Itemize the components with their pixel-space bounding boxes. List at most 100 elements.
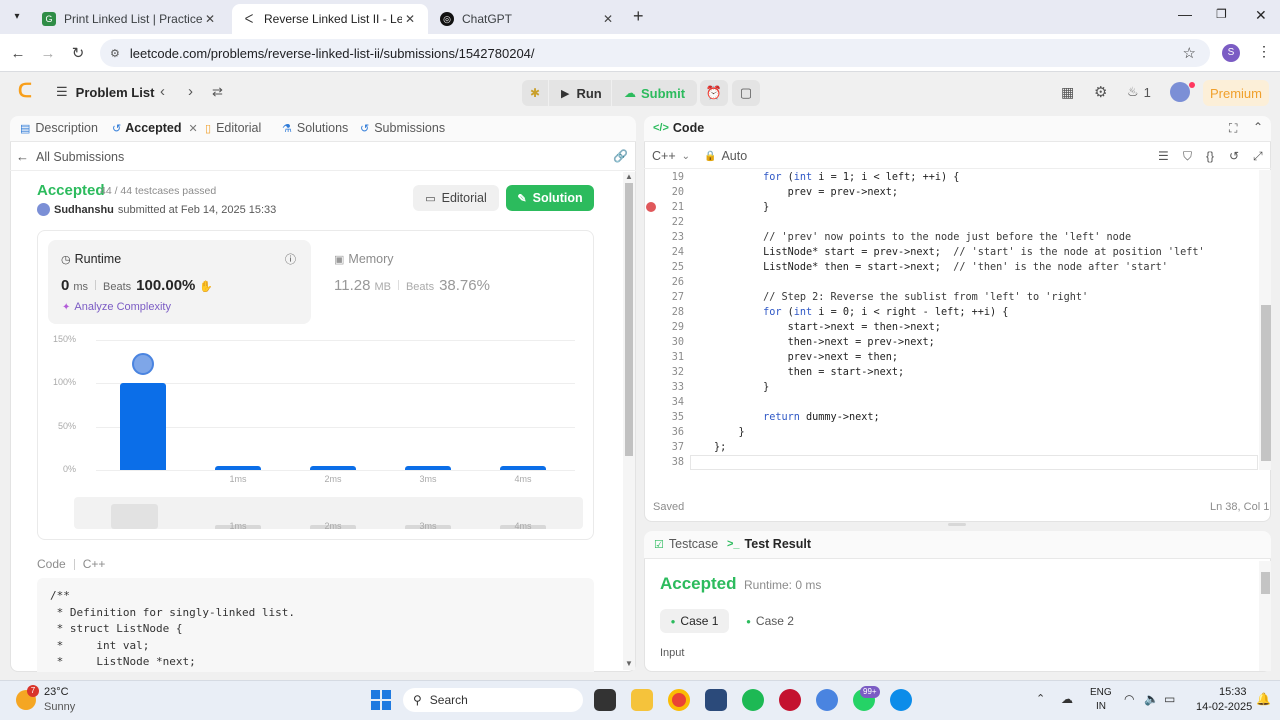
left-scrollbar-thumb[interactable] xyxy=(625,183,633,456)
spotify-icon[interactable] xyxy=(742,689,764,711)
analyze-complexity-link[interactable]: ✦ Analyze Complexity xyxy=(62,301,171,313)
app-icon[interactable] xyxy=(779,689,801,711)
debug-icon[interactable]: ✱ xyxy=(522,80,548,106)
url-field[interactable]: ⚙ leetcode.com/problems/reverse-linked-l… xyxy=(100,39,1210,67)
auto-mode[interactable]: 🔒 Auto xyxy=(704,149,747,163)
browser-menu-icon[interactable]: ⋮ xyxy=(1257,43,1271,60)
close-tab-icon[interactable]: ✕ xyxy=(600,12,616,26)
close-tab-icon[interactable]: ✕ xyxy=(402,12,418,26)
editorial-button[interactable]: ▭ Editorial xyxy=(413,185,499,211)
volume-icon[interactable]: 🔈 xyxy=(1144,692,1159,706)
premium-button[interactable]: Premium xyxy=(1203,80,1269,106)
language-code[interactable]: ENG xyxy=(1090,687,1112,698)
editor-line[interactable]: 32 then = start->next; xyxy=(654,365,1205,380)
chart-bar[interactable] xyxy=(120,383,166,470)
chart-bar[interactable] xyxy=(310,466,356,470)
chrome-icon[interactable] xyxy=(668,689,690,711)
editor-line[interactable]: 34 xyxy=(654,395,1205,410)
maximize-icon[interactable]: ⛶ xyxy=(1229,121,1237,136)
collapse-icon[interactable]: ⌃ xyxy=(1253,120,1263,134)
notification-bell-icon[interactable]: 🔔 xyxy=(1256,692,1271,706)
taskbar-search[interactable]: ⚲ Search xyxy=(403,688,583,712)
settings-gear-icon[interactable]: ⚙ xyxy=(1094,83,1107,101)
editor-line[interactable]: 38 xyxy=(654,455,1205,470)
tab-editorial[interactable]: ▯ Editorial xyxy=(205,121,261,135)
editor-line[interactable]: 22 xyxy=(654,215,1205,230)
notes-icon[interactable]: ▢ xyxy=(732,80,760,106)
tab-testcase[interactable]: ☑ Testcase xyxy=(654,537,718,551)
scroll-down-icon[interactable]: ▼ xyxy=(625,659,633,668)
editor-line[interactable]: 24 ListNode* start = prev->next; // 'sta… xyxy=(654,245,1205,260)
back-icon[interactable]: ← xyxy=(6,41,30,65)
editor-line[interactable]: 33 } xyxy=(654,380,1205,395)
result-scrollbar-thumb[interactable] xyxy=(1261,572,1270,594)
tab-submissions[interactable]: ↺ Submissions xyxy=(360,121,445,135)
task-view-icon[interactable] xyxy=(594,689,616,711)
editor-line[interactable]: 35 return dummy->next; xyxy=(654,410,1205,425)
info-icon[interactable]: ⓘ xyxy=(285,251,296,267)
editor-line[interactable]: 28 for (int i = 0; i < right - left; ++i… xyxy=(654,305,1205,320)
network-status-icon[interactable]: ☁ xyxy=(1061,692,1073,706)
solution-button[interactable]: ✎ Solution xyxy=(506,185,594,211)
reload-icon[interactable]: ↻ xyxy=(66,41,90,65)
editor-line[interactable]: 25 ListNode* then = start->next; // 'the… xyxy=(654,260,1205,275)
profile-avatar[interactable]: S xyxy=(1222,44,1240,62)
editor-line[interactable]: 36 } xyxy=(654,425,1205,440)
editor-scrollbar-thumb[interactable] xyxy=(1261,305,1271,461)
editor-line[interactable]: 19 for (int i = 1; i < left; ++i) { xyxy=(654,170,1205,185)
show-hidden-icons[interactable]: ⌃ xyxy=(1036,692,1045,705)
timer-icon[interactable]: ⏰ xyxy=(700,80,728,106)
new-tab-icon[interactable]: + xyxy=(633,6,644,27)
tab-test-result[interactable]: >_ Test Result xyxy=(727,537,811,551)
chrome-profile-icon[interactable] xyxy=(816,689,838,711)
scroll-up-icon[interactable]: ▲ xyxy=(625,172,633,181)
range-handle[interactable] xyxy=(111,504,158,529)
prev-problem-icon[interactable]: ‹ xyxy=(160,83,165,100)
editor-line[interactable]: 23 // 'prev' now points to the node just… xyxy=(654,230,1205,245)
tab-list-icon[interactable]: ▾ xyxy=(8,8,26,26)
all-submissions-link[interactable]: ← All Submissions xyxy=(16,149,124,164)
user-avatar[interactable] xyxy=(1170,82,1190,102)
editor-line[interactable]: 26 xyxy=(654,275,1205,290)
braces-icon[interactable]: {} xyxy=(1206,149,1214,163)
forward-icon[interactable]: → xyxy=(36,41,60,65)
memory-header[interactable]: ▣ Memory xyxy=(334,252,394,266)
chart-bar[interactable] xyxy=(500,466,546,470)
case-2-button[interactable]: ● Case 2 xyxy=(741,609,799,633)
runtime-distribution-chart[interactable]: 150% 100% 50% 0% 1ms 2ms 3ms 4ms xyxy=(48,330,588,490)
close-tab-icon[interactable]: ✕ xyxy=(202,12,218,26)
editor-line[interactable]: 20 prev = prev->next; xyxy=(654,185,1205,200)
format-icon[interactable]: ☰ xyxy=(1158,149,1169,163)
submit-button[interactable]: ☁ Submit xyxy=(612,80,697,106)
bookmark-icon[interactable]: ⛉ xyxy=(1183,149,1192,164)
code-editor-content[interactable]: 19 for (int i = 1; i < left; ++i) {20 pr… xyxy=(654,170,1205,470)
streak-counter[interactable]: ♨ 1 xyxy=(1127,84,1151,100)
editor-line[interactable]: 31 prev->next = then; xyxy=(654,350,1205,365)
share-link-icon[interactable]: 🔗 xyxy=(613,149,628,163)
chart-bar[interactable] xyxy=(215,466,261,470)
editor-line[interactable]: 29 start->next = then->next; xyxy=(654,320,1205,335)
tab-solutions[interactable]: ⚗ Solutions xyxy=(282,121,348,135)
tab-chatgpt[interactable]: ◎ ChatGPT ✕ xyxy=(430,4,626,34)
tab-accepted[interactable]: ↺ Accepted ✕ xyxy=(112,121,198,135)
editor-line[interactable]: 37}; xyxy=(654,440,1205,455)
leetcode-logo-icon[interactable]: ᑕ xyxy=(18,82,36,102)
layout-icon[interactable]: ▦ xyxy=(1061,84,1074,101)
run-button[interactable]: ▶ Run xyxy=(549,80,611,106)
clock-time[interactable]: 15:33 xyxy=(1219,686,1247,698)
bookmark-star-icon[interactable]: ☆ xyxy=(1183,44,1196,62)
close-window-icon[interactable]: ✕ xyxy=(1255,7,1267,24)
restore-icon[interactable]: ❐ xyxy=(1216,7,1227,21)
shuffle-icon[interactable]: ⇄ xyxy=(212,84,223,100)
problem-list-button[interactable]: ☰ Problem List xyxy=(56,84,154,100)
edge-icon[interactable] xyxy=(890,689,912,711)
wifi-icon[interactable]: ◠ xyxy=(1124,692,1134,706)
tab-description[interactable]: ▤ Description xyxy=(20,121,98,135)
weather-temp[interactable]: 23°C xyxy=(44,686,69,698)
case-1-button[interactable]: ● Case 1 xyxy=(660,609,729,633)
language-select[interactable]: C++ ⌄ xyxy=(652,149,690,163)
editor-line[interactable]: 21 } xyxy=(654,200,1205,215)
tab-gfg[interactable]: G Print Linked List | Practice | Gee ✕ xyxy=(32,4,228,34)
close-tab-icon[interactable]: ✕ xyxy=(189,122,198,135)
windows-start-icon[interactable] xyxy=(371,690,391,710)
